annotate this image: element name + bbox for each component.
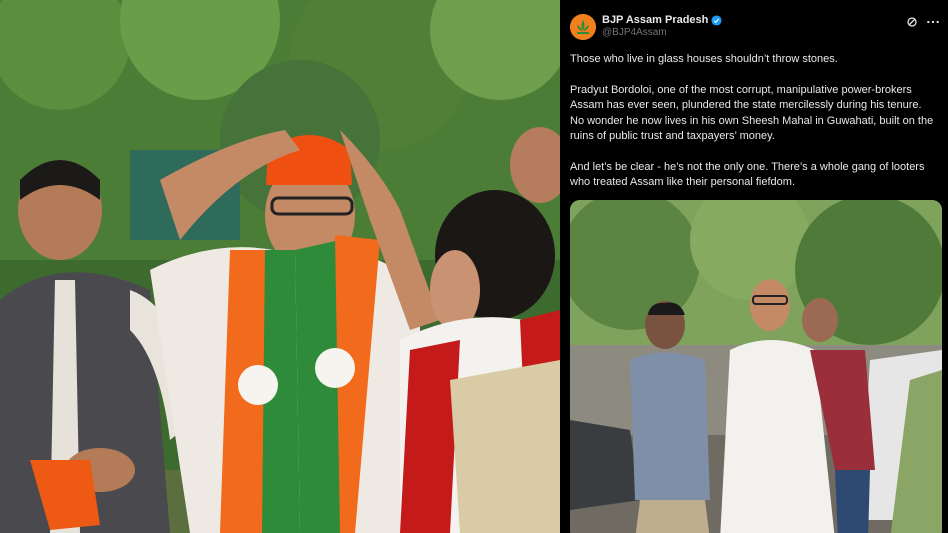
tweet-header: BJP Assam Pradesh @BJP4Assam (570, 12, 940, 46)
tweet-paragraph-2: Pradyut Bordoloi, one of the most corrup… (570, 83, 934, 143)
verified-badge-icon (711, 14, 722, 26)
tweet-card[interactable]: BJP Assam Pradesh @BJP4Assam Those who l… (560, 0, 948, 533)
event-photo (0, 0, 560, 533)
more-options-icon[interactable] (926, 16, 940, 28)
tweet-text: Those who live in glass houses shouldn’t… (570, 52, 938, 206)
tweet-media-photo[interactable] (570, 200, 942, 533)
grok-icon[interactable] (906, 16, 918, 28)
tweet-paragraph-3: And let’s be clear - he’s not the only o… (570, 160, 925, 189)
account-info: BJP Assam Pradesh @BJP4Assam (602, 14, 722, 38)
bjp-lotus-logo (570, 14, 596, 40)
account-name-row[interactable]: BJP Assam Pradesh (602, 14, 722, 26)
composite-image: BJP Assam Pradesh @BJP4Assam Those who l… (0, 0, 948, 533)
account-handle[interactable]: @BJP4Assam (602, 27, 722, 38)
tweet-paragraph-1: Those who live in glass houses shouldn’t… (570, 53, 838, 65)
account-avatar[interactable] (570, 14, 596, 40)
account-name[interactable]: BJP Assam Pradesh (602, 14, 708, 26)
header-actions (906, 16, 940, 28)
